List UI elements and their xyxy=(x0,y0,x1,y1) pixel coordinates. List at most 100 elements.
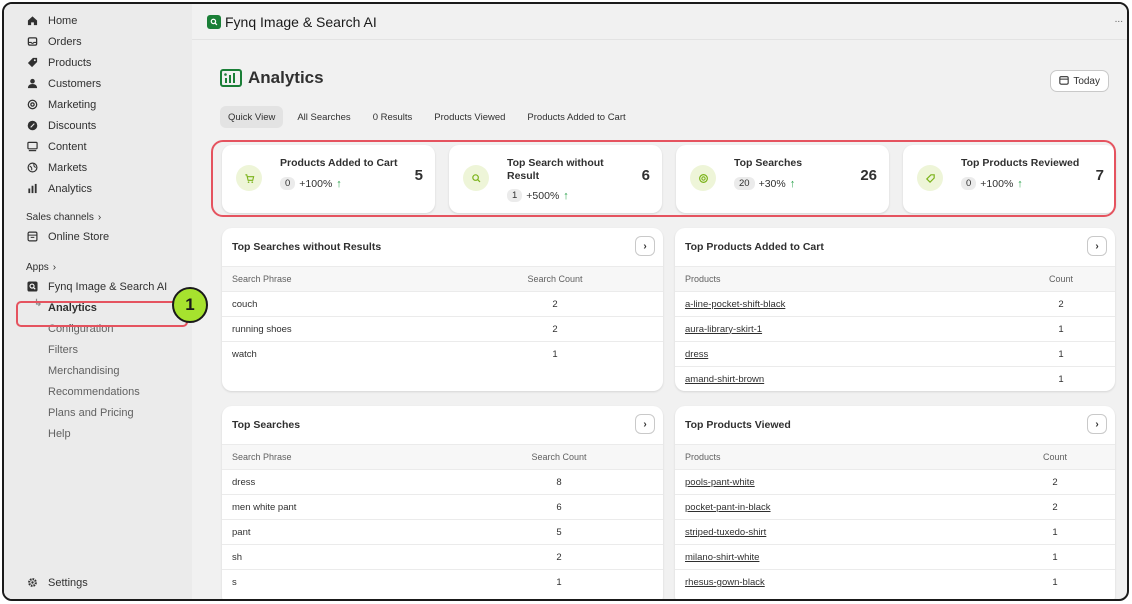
product-link[interactable]: dress xyxy=(685,349,708,360)
sidebar-item-fynq-app[interactable]: Fynq Image & Search AI xyxy=(4,276,192,297)
globe-icon xyxy=(26,162,38,174)
cell-count: 8 xyxy=(556,476,562,488)
cell-phrase: couch xyxy=(232,298,258,310)
sidebar-item-customers[interactable]: Customers xyxy=(4,73,192,94)
chevron-right-icon[interactable]: › xyxy=(1087,414,1107,434)
sidebar-item-label: Marketing xyxy=(48,98,97,111)
sidebar-subitem-merchandising[interactable]: Merchandising xyxy=(4,360,192,381)
column-header: Products xyxy=(685,452,721,462)
sidebar-subitem-help[interactable]: Help xyxy=(4,423,192,444)
sidebar-item-label: Settings xyxy=(48,576,88,589)
gear-icon xyxy=(26,577,38,589)
chevron-right-icon[interactable]: › xyxy=(635,414,655,434)
column-header: Search Phrase xyxy=(232,452,292,462)
sidebar-item-online-store[interactable]: Online Store xyxy=(4,226,192,247)
tag-icon xyxy=(917,165,943,191)
stat-change-row: 0 +100% ↑ xyxy=(280,177,342,190)
arrow-up-icon: ↑ xyxy=(789,177,796,190)
subitem-label: Merchandising xyxy=(48,364,120,377)
card-title-text: Top Searches xyxy=(232,419,301,431)
product-link[interactable]: aura-library-skirt-1 xyxy=(685,324,762,335)
stat-value: 7 xyxy=(1095,167,1104,184)
card-title-text: Top Products Viewed xyxy=(685,419,791,431)
arrow-up-icon: ↑ xyxy=(563,189,569,202)
chevron-right-icon[interactable]: › xyxy=(1087,236,1107,256)
more-icon[interactable]: ... xyxy=(1115,14,1123,25)
tab-zero-results[interactable]: 0 Results xyxy=(365,106,421,128)
tab-all-searches[interactable]: All Searches xyxy=(289,106,358,128)
sidebar-item-label: Discounts xyxy=(48,119,97,132)
stat-title: Top Products Reviewed xyxy=(961,157,1080,169)
table-header: Search Phrase Search Count xyxy=(222,266,663,292)
product-link[interactable]: pools-pant-white xyxy=(685,477,755,488)
tab-quick-view[interactable]: Quick View xyxy=(220,106,284,128)
table-row: a-line-pocket-shift-black 2 xyxy=(675,292,1115,317)
product-link[interactable]: amand-shirt-brown xyxy=(685,374,764,385)
page-header: Analytics xyxy=(220,68,324,88)
orders-icon xyxy=(26,36,38,48)
card-top-searches-without-results: Top Searches without Results › Search Ph… xyxy=(222,228,663,391)
chevron-right-icon: › xyxy=(52,261,57,273)
sidebar-item-label: Analytics xyxy=(48,182,93,195)
table-row: s1 xyxy=(222,570,663,595)
cell-count: 2 xyxy=(556,551,562,563)
table-row: couch 2 xyxy=(222,292,663,317)
sidebar-item-discounts[interactable]: Discounts xyxy=(4,115,192,136)
sidebar-subitem-configuration[interactable]: Configuration xyxy=(4,318,192,339)
sidebar-subitem-analytics[interactable]: ↳ Analytics xyxy=(4,297,192,318)
date-range-button[interactable]: Today xyxy=(1050,70,1109,92)
arrow-up-icon: ↑ xyxy=(1017,177,1023,190)
tab-products-added-to-cart[interactable]: Products Added to Cart xyxy=(519,106,633,128)
sidebar-item-marketing[interactable]: Marketing xyxy=(4,94,192,115)
product-link[interactable]: pocket-pant-in-black xyxy=(685,502,771,513)
card-title: Top Searches without Results › xyxy=(222,228,663,266)
stat-change: +100% xyxy=(980,177,1014,190)
card-top-searches: Top Searches › Search Phrase Search Coun… xyxy=(222,406,663,599)
bar-chart-icon xyxy=(26,183,38,195)
sidebar-item-label: Customers xyxy=(48,77,102,90)
stat-previous-value: 1 xyxy=(507,189,523,202)
cell-count: 1 xyxy=(1052,551,1058,563)
column-header: Count xyxy=(1048,274,1074,284)
cell-phrase: men white pant xyxy=(232,501,297,513)
stat-previous-value: 20 xyxy=(734,177,755,190)
table-row: running shoes 2 xyxy=(222,317,663,342)
product-link[interactable]: rhesus-gown-black xyxy=(685,577,765,588)
sidebar-item-analytics[interactable]: Analytics xyxy=(4,178,192,199)
cart-icon xyxy=(236,165,262,191)
tab-products-viewed[interactable]: Products Viewed xyxy=(426,106,513,128)
chevron-right-icon[interactable]: › xyxy=(635,236,655,256)
stat-value: 5 xyxy=(414,167,423,184)
table-row: watch 1 xyxy=(222,342,663,367)
subitem-label: Plans and Pricing xyxy=(48,406,134,419)
table-row: striped-tuxedo-shirt 1 xyxy=(675,520,1115,545)
card-title-text: Top Searches without Results xyxy=(232,241,382,253)
stat-change: +30% xyxy=(758,177,786,190)
sidebar-subitem-plans[interactable]: Plans and Pricing xyxy=(4,402,192,423)
app-title: Fynq Image & Search AI xyxy=(225,13,377,30)
table-row: rhesus-gown-black 1 xyxy=(675,570,1115,595)
cell-count: 1 xyxy=(1052,526,1058,538)
sidebar-subitem-filters[interactable]: Filters xyxy=(4,339,192,360)
sidebar-item-label: Online Store xyxy=(48,230,110,243)
sidebar-item-content[interactable]: Content xyxy=(4,136,192,157)
sales-channels-heading[interactable]: Sales channels › xyxy=(4,208,192,226)
apps-heading[interactable]: Apps › xyxy=(4,258,192,276)
cell-phrase: watch xyxy=(232,349,257,360)
column-header: Search Phrase xyxy=(232,274,292,284)
sidebar-subitem-recommendations[interactable]: Recommendations xyxy=(4,381,192,402)
column-header: Search Count xyxy=(531,452,587,462)
product-link[interactable]: striped-tuxedo-shirt xyxy=(685,527,766,538)
product-link[interactable]: milano-shirt-white xyxy=(685,552,759,563)
sidebar-item-products[interactable]: Products xyxy=(4,52,192,73)
card-top-products-viewed: Top Products Viewed › Products Count poo… xyxy=(675,406,1115,599)
sub-branch-icon: ↳ xyxy=(34,298,43,309)
sidebar-item-orders[interactable]: Orders xyxy=(4,31,192,52)
product-link[interactable]: a-line-pocket-shift-black xyxy=(685,299,785,310)
chevron-right-icon: › xyxy=(97,211,102,223)
sidebar-item-markets[interactable]: Markets xyxy=(4,157,192,178)
sidebar-item-home[interactable]: Home xyxy=(4,10,192,31)
sidebar-item-label: Products xyxy=(48,56,92,69)
sidebar-item-label: Orders xyxy=(48,35,82,48)
sidebar-item-settings[interactable]: Settings xyxy=(4,572,192,593)
